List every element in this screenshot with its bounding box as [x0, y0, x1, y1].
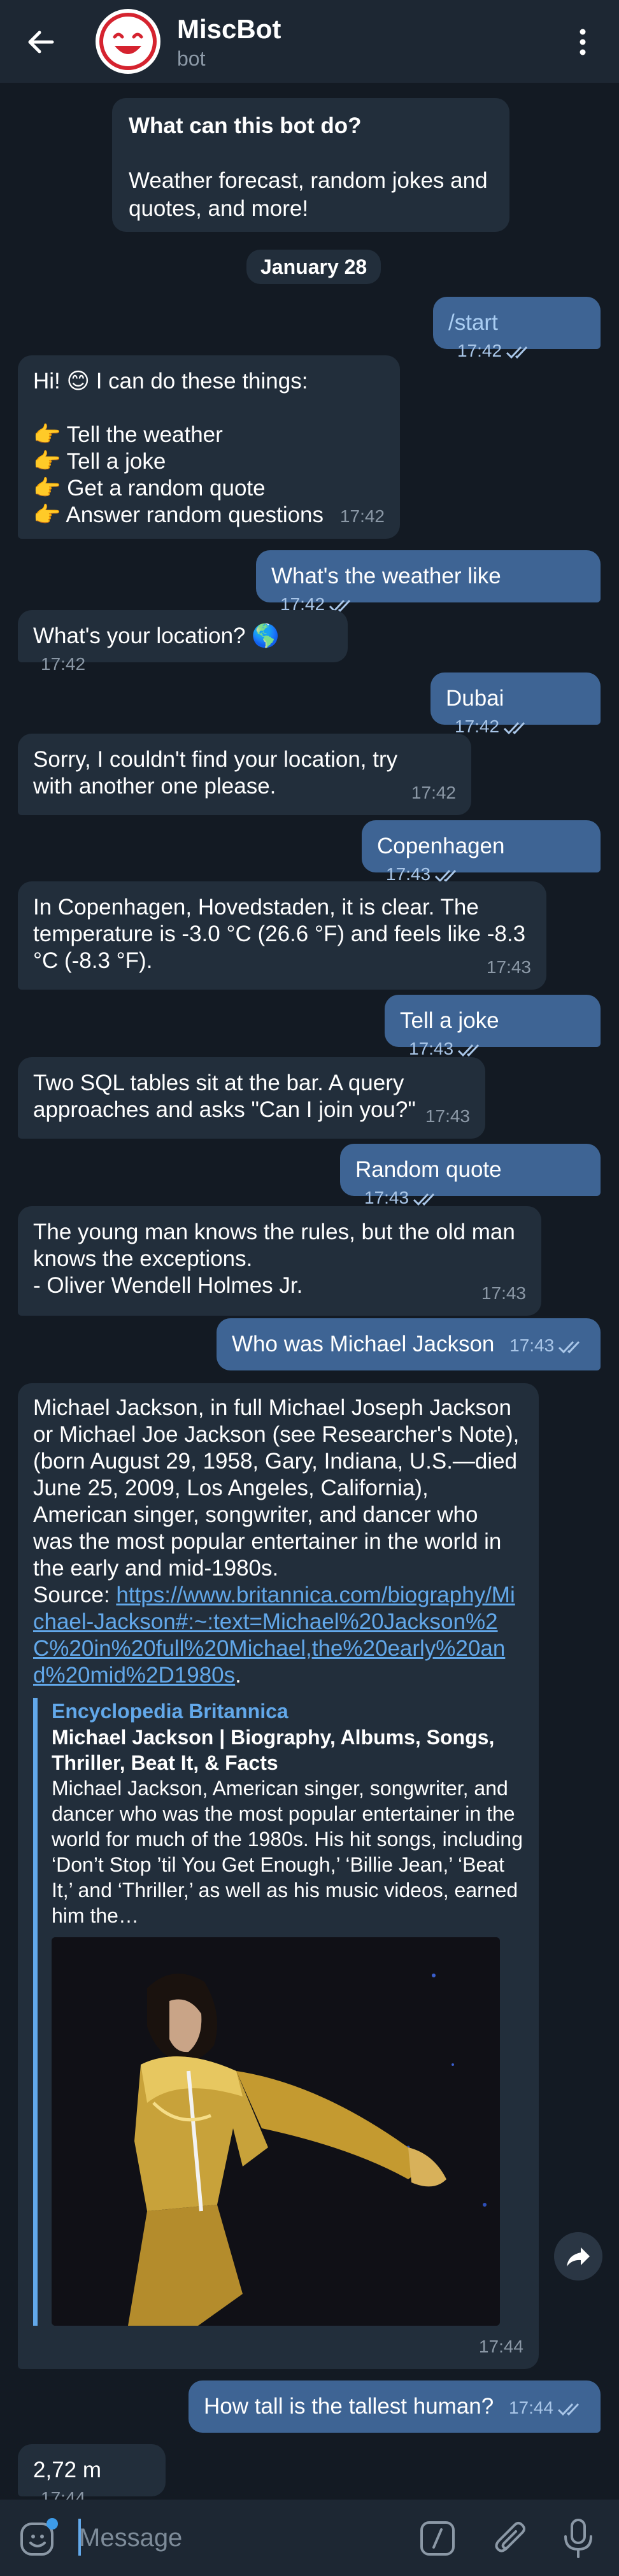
back-arrow-icon[interactable]	[24, 25, 57, 59]
message-outgoing[interactable]: What's the weather like 17:42	[256, 550, 601, 614]
forward-button[interactable]	[554, 2232, 602, 2281]
message-incoming[interactable]: In Copenhagen, Hovedstaden, it is clear.…	[18, 881, 546, 990]
message-text: In Copenhagen, Hovedstaden, it is clear.…	[33, 895, 526, 973]
message-time: 17:43	[364, 1188, 409, 1207]
message-time: 17:42	[455, 716, 500, 736]
chat-title: MiscBot	[177, 14, 281, 44]
message-outgoing[interactable]: /start 17:42	[433, 297, 601, 360]
chat-subtitle: bot	[177, 47, 206, 70]
chat-title-block[interactable]: MiscBot bot	[177, 13, 281, 71]
message-time: 17:43	[425, 1106, 470, 1126]
message-text: Hi! 😊 I can do these things: 👉 Tell the …	[33, 369, 324, 527]
message-text: The young man knows the rules, but the o…	[33, 1220, 515, 1298]
preview-description: Michael Jackson, American singer, songwr…	[52, 1777, 523, 1927]
message-time: 17:44	[508, 2398, 554, 2417]
message-incoming[interactable]: Hi! 😊 I can do these things: 👉 Tell the …	[18, 355, 400, 539]
double-check-icon	[504, 722, 525, 734]
message-outgoing[interactable]: Tell a joke 17:43	[385, 995, 601, 1058]
message-incoming[interactable]: 2,72 m 17:44	[18, 2444, 166, 2508]
more-vertical-icon[interactable]	[573, 25, 592, 59]
bot-info-heading: What can this bot do?	[129, 113, 362, 138]
paperclip-icon[interactable]	[490, 2517, 530, 2559]
message-time: 17:42	[41, 654, 86, 674]
message-incoming[interactable]: Michael Jackson, in full Michael Joseph …	[18, 1383, 539, 2369]
message-text: Michael Jackson, in full Michael Joseph …	[33, 1395, 523, 1689]
double-check-icon	[413, 1193, 435, 1206]
message-text: What's your location? 🌎	[33, 623, 280, 648]
link-preview[interactable]: Encyclopedia Britannica Michael Jackson …	[33, 1698, 523, 2326]
message-outgoing[interactable]: Who was Michael Jackson 17:43	[217, 1318, 601, 1370]
message-text: 2,72 m	[33, 2458, 101, 2482]
date-separator: January 28	[246, 250, 381, 284]
sticker-icon[interactable]	[18, 2517, 60, 2559]
message-time: 17:44	[478, 2337, 523, 2356]
chat-history[interactable]: What can this bot do? Weather forecast, …	[0, 83, 619, 2508]
bot-command-icon[interactable]	[419, 2520, 456, 2557]
message-time: 17:43	[509, 1335, 555, 1355]
message-text: Sorry, I couldn't find your location, tr…	[33, 747, 398, 799]
message-time: 17:42	[339, 506, 385, 526]
message-body: Michael Jackson, in full Michael Joseph …	[33, 1395, 520, 1581]
message-text: Two SQL tables sit at the bar. A query a…	[33, 1071, 416, 1122]
chat-header: MiscBot bot	[0, 0, 619, 83]
microphone-icon[interactable]	[560, 2516, 596, 2561]
message-text: How tall is the tallest human?	[204, 2394, 494, 2419]
double-check-icon	[435, 869, 457, 882]
bot-info-card: What can this bot do? Weather forecast, …	[112, 98, 509, 232]
message-time: 17:43	[409, 1039, 454, 1058]
bot-info-body: Weather forecast, random jokes and quote…	[129, 168, 488, 221]
message-text: Random quote	[355, 1157, 502, 1182]
link-suffix: .	[235, 1663, 241, 1688]
message-outgoing[interactable]: Dubai 17:42	[430, 672, 601, 736]
double-check-icon	[458, 1044, 480, 1057]
message-incoming[interactable]: The young man knows the rules, but the o…	[18, 1206, 541, 1316]
message-composer	[0, 2500, 619, 2576]
double-check-icon	[557, 2403, 580, 2416]
message-outgoing[interactable]: Copenhagen 17:43	[362, 820, 601, 884]
double-check-icon	[506, 346, 528, 359]
message-time: 17:43	[486, 957, 531, 977]
message-text: Dubai	[446, 686, 504, 711]
message-time: 17:43	[481, 1283, 526, 1303]
message-text[interactable]: /start	[448, 310, 498, 335]
forward-arrow-icon	[567, 2247, 590, 2266]
source-label: Source:	[33, 1583, 117, 1607]
preview-site-name: Encyclopedia Britannica	[52, 1700, 288, 1723]
message-text: Tell a joke	[400, 1008, 499, 1033]
bot-avatar[interactable]	[96, 9, 160, 74]
message-incoming[interactable]: Sorry, I couldn't find your location, tr…	[18, 734, 471, 815]
message-input[interactable]	[79, 2519, 397, 2557]
double-check-icon	[559, 1341, 580, 1353]
message-text: Copenhagen	[377, 834, 505, 858]
message-incoming[interactable]: What's your location? 🌎 17:42	[18, 610, 348, 674]
message-time: 17:42	[457, 341, 502, 360]
message-text: Who was Michael Jackson	[232, 1332, 495, 1356]
preview-title: Michael Jackson | Biography, Albums, Son…	[52, 1726, 495, 1774]
message-text: What's the weather like	[271, 564, 501, 588]
message-time: 17:42	[411, 783, 456, 802]
message-incoming[interactable]: Two SQL tables sit at the bar. A query a…	[18, 1057, 485, 1139]
preview-image[interactable]	[52, 1937, 500, 2326]
message-outgoing[interactable]: How tall is the tallest human? 17:44	[189, 2380, 601, 2433]
message-outgoing[interactable]: Random quote 17:43	[340, 1144, 601, 1207]
